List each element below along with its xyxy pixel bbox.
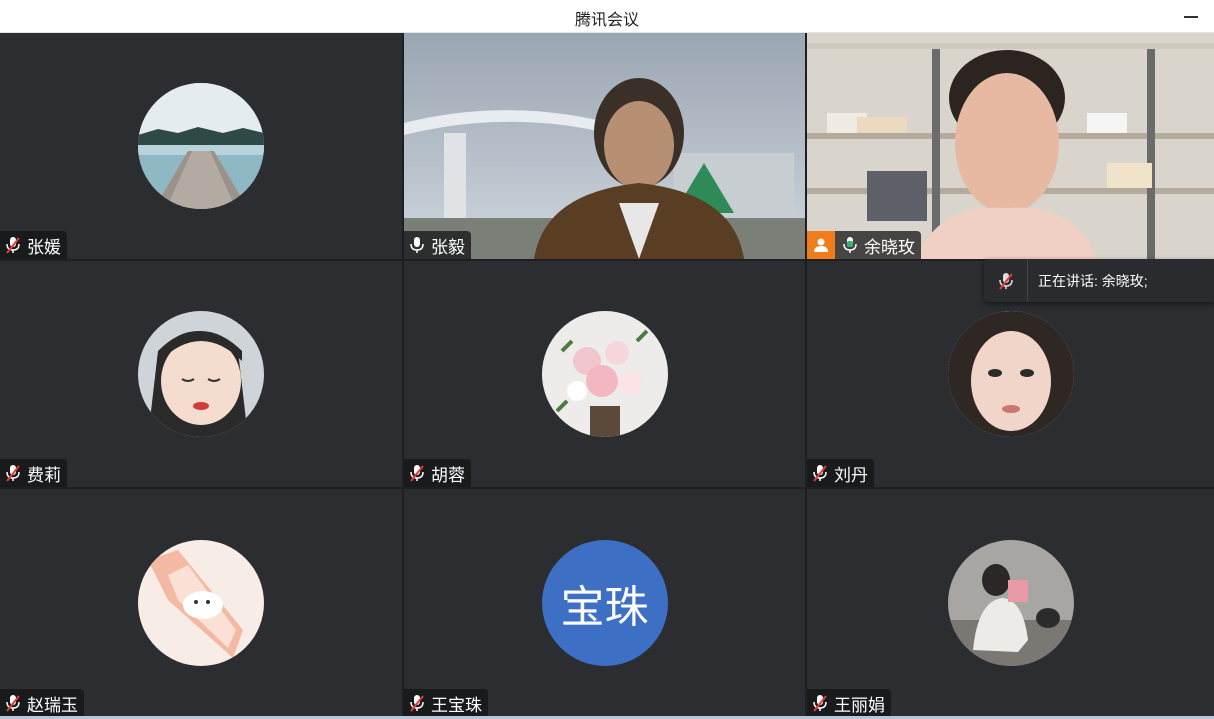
name-tag: 王宝珠	[404, 689, 488, 717]
participant-name: 王丽娟	[834, 695, 885, 715]
participant-tile-9[interactable]: 王丽娟	[807, 489, 1214, 717]
video-feed	[404, 33, 805, 259]
mic-muted-icon[interactable]	[809, 462, 831, 484]
participant-tile-1[interactable]: 张媛	[0, 33, 402, 259]
name-tag: 刘丹	[807, 459, 874, 487]
name-tag: 张媛	[0, 231, 67, 259]
name-tag: 胡蓉	[404, 459, 471, 487]
participant-name: 张毅	[431, 237, 465, 257]
mic-muted-icon[interactable]	[2, 234, 24, 256]
mic-muted-icon[interactable]	[2, 462, 24, 484]
name-tag: 费莉	[0, 459, 67, 487]
mic-muted-icon[interactable]	[2, 692, 24, 714]
avatar	[138, 83, 264, 209]
avatar	[541, 311, 668, 437]
participant-name: 刘丹	[834, 465, 868, 485]
participant-name: 费莉	[27, 465, 61, 485]
name-tag: 王丽娟	[807, 689, 891, 717]
participant-name: 赵瑞玉	[27, 695, 78, 715]
name-tag: 赵瑞玉	[0, 689, 84, 717]
mic-muted-icon[interactable]	[406, 692, 428, 714]
participant-name: 王宝珠	[431, 695, 482, 715]
mic-muted-icon[interactable]	[406, 462, 428, 484]
mic-icon[interactable]	[406, 234, 428, 256]
avatar	[138, 540, 264, 666]
window-title: 腾讯会议	[574, 12, 639, 29]
avatar	[947, 540, 1074, 666]
participant-tile-8[interactable]: 宝珠 王宝珠	[404, 489, 805, 717]
speaking-indicator-popup[interactable]: 正在讲话: 余晓玫;	[984, 259, 1214, 302]
participant-name: 张媛	[27, 237, 61, 257]
host-badge-icon	[807, 231, 835, 259]
mic-muted-icon[interactable]	[809, 692, 831, 714]
avatar	[138, 311, 264, 437]
title-bar: 腾讯会议	[0, 0, 1214, 33]
participant-tile-4[interactable]: 费莉	[0, 261, 402, 487]
text-avatar: 宝珠	[541, 540, 668, 666]
mic-muted-icon[interactable]	[984, 259, 1028, 302]
participant-name: 余晓玫	[864, 237, 915, 257]
participant-name: 胡蓉	[431, 465, 465, 485]
mic-speaking-icon[interactable]	[839, 234, 861, 256]
name-tag: 张毅	[404, 231, 471, 259]
speaking-text: 正在讲话: 余晓玫;	[1038, 272, 1148, 289]
participant-tile-3[interactable]: 余晓玫	[807, 33, 1214, 259]
participant-tile-7[interactable]: 赵瑞玉	[0, 489, 402, 717]
participant-tile-5[interactable]: 胡蓉	[404, 261, 805, 487]
name-tag: 余晓玫	[807, 231, 921, 259]
minimize-button[interactable]	[1178, 4, 1204, 28]
video-feed	[807, 33, 1214, 259]
participant-tile-2[interactable]: 张毅	[404, 33, 805, 259]
avatar	[947, 311, 1074, 437]
video-grid: 张媛 张毅 余晓玫 费莉 胡蓉 刘丹 赵瑞玉 宝珠 王宝珠 王丽娟 正在讲话: …	[0, 33, 1214, 717]
